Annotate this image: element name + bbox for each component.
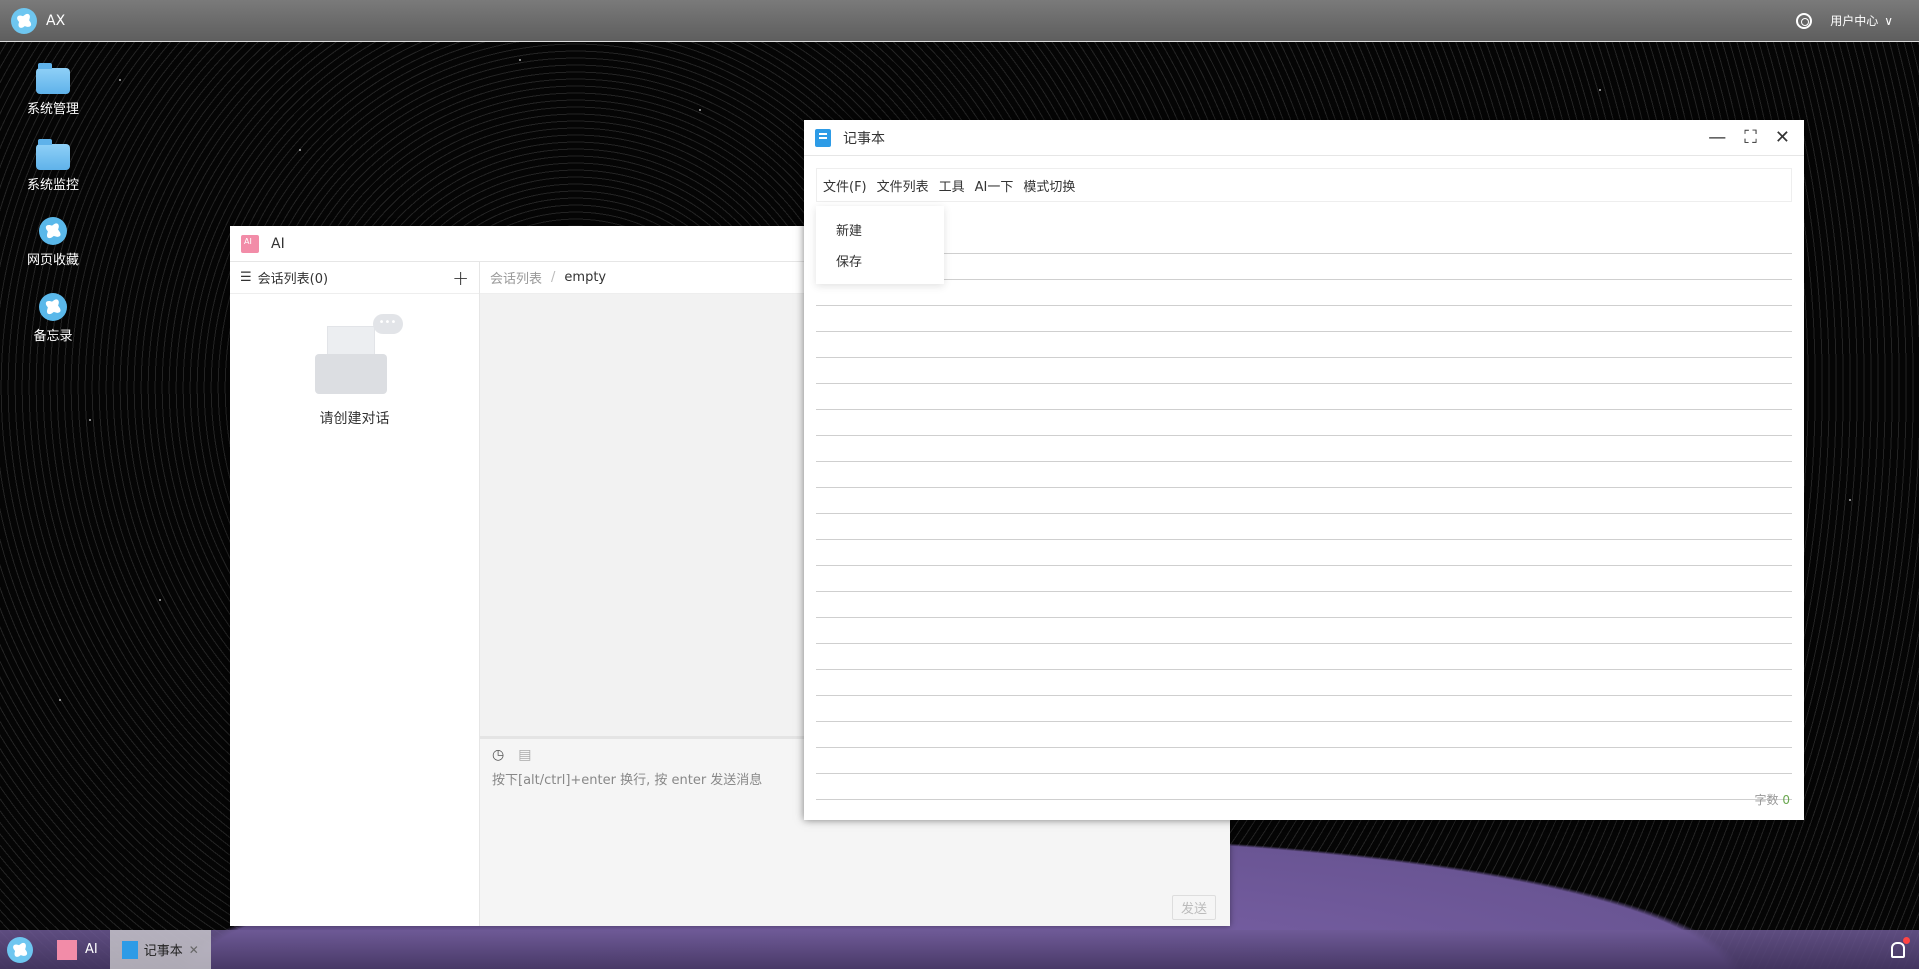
taskbar: AI 记事本 ✕ <box>0 930 1919 969</box>
ai-app-icon <box>57 939 77 960</box>
empty-state-text: 请创建对话 <box>319 411 390 427</box>
word-count-label: 字数 <box>1754 793 1779 807</box>
gear-icon[interactable] <box>1796 12 1813 29</box>
word-count-value: 0 <box>1782 793 1790 807</box>
fan-icon <box>39 293 67 321</box>
breadcrumb-root[interactable]: 会话列表 <box>490 268 542 287</box>
desktop-icon-label: 网页收藏 <box>26 253 79 268</box>
ai-window-title: AI <box>271 235 285 252</box>
save-icon[interactable]: ▤ <box>518 747 531 763</box>
notepad-app-icon <box>121 940 138 959</box>
notepad-text-area[interactable] <box>816 228 1792 810</box>
menu-mode-switch[interactable]: 模式切换 <box>1023 176 1075 195</box>
menu-item-new[interactable]: 新建 <box>816 214 944 245</box>
close-icon[interactable]: ✕ <box>1775 127 1790 148</box>
close-icon[interactable]: ✕ <box>189 943 199 957</box>
menu-tools[interactable]: 工具 <box>939 176 965 195</box>
maximize-icon[interactable]: ⛶ <box>1744 127 1757 148</box>
taskbar-item-notepad[interactable]: 记事本 ✕ <box>109 930 211 969</box>
file-menu-dropdown: 新建 保存 <box>816 206 944 284</box>
folder-icon <box>36 63 70 94</box>
taskbar-item-label: 记事本 <box>143 944 183 959</box>
empty-inbox-icon: ••• <box>305 314 405 404</box>
start-menu-icon[interactable] <box>7 936 33 963</box>
menu-file[interactable]: 文件(F) <box>823 176 867 195</box>
topbar-right: 用户中心 ∨ <box>1796 12 1893 29</box>
notepad-titlebar[interactable]: 记事本 — ⛶ ✕ <box>804 120 1804 156</box>
notepad-window-title: 记事本 <box>843 130 885 147</box>
session-sidebar: ☰ 会话列表(0) + ••• 请创建对话 <box>230 262 480 926</box>
list-icon: ☰ <box>240 270 252 285</box>
app-name: AX <box>46 12 66 29</box>
breadcrumb-current: empty <box>564 270 607 285</box>
taskbar-item-ai[interactable]: AI <box>45 930 110 969</box>
desktop-icon-label: 系统管理 <box>26 102 79 117</box>
notepad-window: 记事本 — ⛶ ✕ 文件(F) 文件列表 工具 AI一下 模式切换 新建 保存 … <box>804 120 1804 820</box>
fan-icon <box>39 217 67 245</box>
desktop-icon-system-management[interactable]: 系统管理 <box>18 62 88 117</box>
minimize-icon[interactable]: — <box>1708 127 1726 148</box>
menu-item-save[interactable]: 保存 <box>816 245 944 276</box>
session-list-label: 会话列表(0) <box>257 272 329 287</box>
desktop-icon-label: 备忘录 <box>33 329 73 344</box>
top-bar: AX 用户中心 ∨ <box>0 0 1919 42</box>
desktop-icon-label: 系统监控 <box>26 178 79 193</box>
folder-icon <box>36 139 70 170</box>
history-icon[interactable]: ◷ <box>492 747 504 763</box>
menu-ai[interactable]: AI一下 <box>975 176 1014 195</box>
ai-app-icon <box>241 234 259 253</box>
desktop-icon-web-bookmarks[interactable]: 网页收藏 <box>18 214 88 268</box>
user-center-menu[interactable]: 用户中心 <box>1830 12 1878 29</box>
desktop-icon-memo[interactable]: 备忘录 <box>18 290 88 344</box>
word-count: 字数 0 <box>1755 791 1790 808</box>
taskbar-item-label: AI <box>85 942 98 957</box>
add-session-button[interactable]: + <box>452 266 469 290</box>
notepad-menubar: 文件(F) 文件列表 工具 AI一下 模式切换 <box>816 168 1792 202</box>
desktop-icon-system-monitor[interactable]: 系统监控 <box>18 138 88 193</box>
menu-file-list[interactable]: 文件列表 <box>877 176 929 195</box>
chevron-down-icon[interactable]: ∨ <box>1884 14 1893 28</box>
bell-icon[interactable] <box>1891 936 1910 958</box>
session-list-header: ☰ 会话列表(0) + <box>230 262 479 294</box>
app-logo-icon[interactable] <box>11 7 37 34</box>
notepad-app-icon <box>815 128 831 147</box>
breadcrumb-separator: / <box>551 270 556 285</box>
send-button[interactable]: 发送 <box>1171 895 1216 920</box>
